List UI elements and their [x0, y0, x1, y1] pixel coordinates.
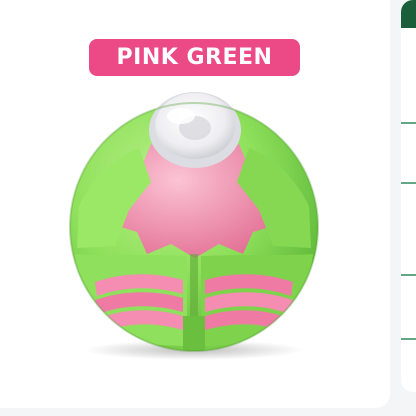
product-gallery: PINK GREEN: [0, 0, 416, 416]
thumbnail-header: [401, 0, 416, 28]
next-thumbnail-card[interactable]: [401, 0, 416, 392]
product-image-card[interactable]: PINK GREEN: [0, 0, 390, 408]
spinner-ball-illustration: [69, 92, 319, 360]
thumbnail-divider: [401, 274, 416, 276]
thumbnail-divider: [401, 122, 416, 124]
thumbnail-divider: [401, 182, 416, 184]
thumbnail-divider: [401, 338, 416, 340]
product-image: [55, 86, 333, 364]
variant-badge: PINK GREEN: [89, 39, 300, 76]
variant-label: PINK GREEN: [116, 45, 273, 70]
